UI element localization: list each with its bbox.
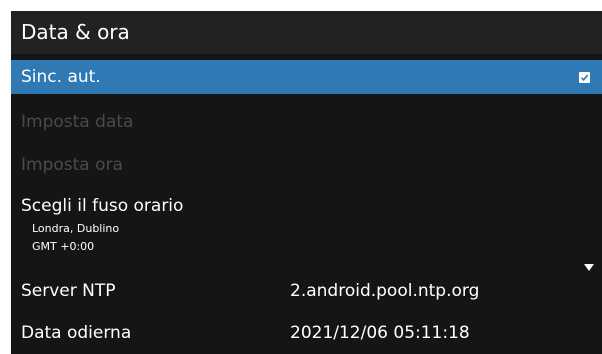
set-time-item: Imposta ora bbox=[11, 152, 602, 182]
ntp-server-value: 2.android.pool.ntp.org bbox=[290, 281, 480, 301]
page-title: Data & ora bbox=[21, 20, 130, 44]
timezone-item[interactable]: Scegli il fuso orario Londra, Dublino GM… bbox=[11, 194, 602, 264]
current-date-label: Data odierna bbox=[21, 323, 132, 343]
triangle-down-icon bbox=[584, 264, 594, 271]
set-time-label: Imposta ora bbox=[21, 155, 123, 175]
check-icon bbox=[580, 74, 589, 81]
ntp-server-item[interactable]: Server NTP 2.android.pool.ntp.org bbox=[11, 276, 602, 306]
timezone-city: Londra, Dublino bbox=[32, 222, 120, 235]
auto-sync-label: Sinc. aut. bbox=[21, 67, 101, 87]
auto-sync-checkbox[interactable] bbox=[579, 72, 590, 83]
header: Data & ora bbox=[11, 11, 602, 54]
current-date-item: Data odierna 2021/12/06 05:11:18 bbox=[11, 318, 602, 348]
ntp-server-label: Server NTP bbox=[21, 281, 116, 301]
timezone-offset: GMT +0:00 bbox=[32, 240, 95, 253]
auto-sync-item[interactable]: Sinc. aut. bbox=[11, 60, 602, 94]
current-date-value: 2021/12/06 05:11:18 bbox=[290, 323, 470, 343]
set-date-item: Imposta data bbox=[11, 109, 602, 139]
set-date-label: Imposta data bbox=[21, 112, 134, 132]
timezone-label: Scegli il fuso orario bbox=[21, 196, 184, 216]
date-time-settings-screen: Data & ora Sinc. aut. Imposta data Impos… bbox=[11, 11, 602, 354]
